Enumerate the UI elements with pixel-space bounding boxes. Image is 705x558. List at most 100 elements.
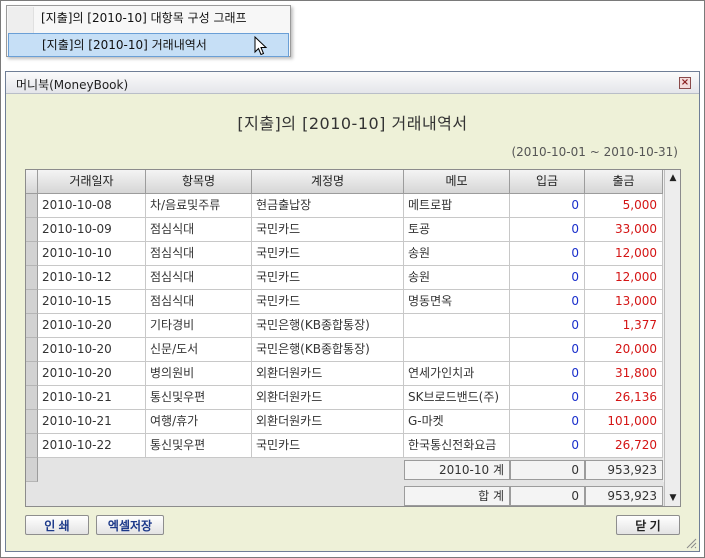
- cell-withdrawal[interactable]: 26,720: [585, 434, 663, 458]
- cell-date[interactable]: 2010-10-22: [38, 434, 146, 458]
- cell-account[interactable]: 국민은행(KB종합통장): [252, 338, 404, 362]
- window-close-icon[interactable]: ×: [679, 77, 691, 89]
- total-label: 합 계: [404, 486, 510, 506]
- cell-withdrawal[interactable]: 26,136: [585, 386, 663, 410]
- cell-deposit[interactable]: 0: [510, 362, 585, 386]
- cell-account[interactable]: 국민카드: [252, 290, 404, 314]
- excel-save-button[interactable]: 엑셀저장: [96, 515, 164, 535]
- cell-account[interactable]: 국민은행(KB종합통장): [252, 314, 404, 338]
- cell-item[interactable]: 통신및우편: [146, 386, 252, 410]
- cell-deposit[interactable]: 0: [510, 338, 585, 362]
- cell-deposit[interactable]: 0: [510, 266, 585, 290]
- cell-deposit[interactable]: 0: [510, 194, 585, 218]
- col-header-account[interactable]: 계정명: [252, 170, 404, 194]
- cell-account[interactable]: 국민카드: [252, 242, 404, 266]
- cell-item[interactable]: 병의원비: [146, 362, 252, 386]
- cell-date[interactable]: 2010-10-20: [38, 338, 146, 362]
- cell-account[interactable]: 국민카드: [252, 218, 404, 242]
- cell-date[interactable]: 2010-10-08: [38, 194, 146, 218]
- cell-memo[interactable]: 메트로팝: [404, 194, 510, 218]
- cell-withdrawal[interactable]: 12,000: [585, 242, 663, 266]
- cell-account[interactable]: 국민카드: [252, 266, 404, 290]
- scroll-up-icon[interactable]: ▲: [666, 171, 680, 185]
- col-header-item[interactable]: 항목명: [146, 170, 252, 194]
- cell-withdrawal[interactable]: 33,000: [585, 218, 663, 242]
- cell-memo[interactable]: 한국통신전화요금: [404, 434, 510, 458]
- row-header[interactable]: [26, 386, 38, 410]
- cell-deposit[interactable]: 0: [510, 410, 585, 434]
- cell-item[interactable]: 신문/도서: [146, 338, 252, 362]
- row-header[interactable]: [26, 338, 38, 362]
- cell-item[interactable]: 점심식대: [146, 218, 252, 242]
- moneybook-window: 머니북(MoneyBook) × [지출]의 [2010-10] 거래내역서 (…: [5, 71, 700, 552]
- cell-withdrawal[interactable]: 13,000: [585, 290, 663, 314]
- cell-date[interactable]: 2010-10-20: [38, 314, 146, 338]
- cell-memo[interactable]: 명동면옥: [404, 290, 510, 314]
- cell-deposit[interactable]: 0: [510, 242, 585, 266]
- row-header[interactable]: [26, 194, 38, 218]
- cell-account[interactable]: 외환더원카드: [252, 410, 404, 434]
- cell-item[interactable]: 점심식대: [146, 242, 252, 266]
- transaction-grid: 거래일자 항목명 계정명 메모 입금 출금 ▲ ▼ 2010-10-08 차/음료…: [25, 169, 681, 507]
- total-withdrawal: 953,923: [585, 486, 663, 506]
- cell-withdrawal[interactable]: 1,377: [585, 314, 663, 338]
- cell-memo[interactable]: 송원: [404, 242, 510, 266]
- cell-account[interactable]: 외환더원카드: [252, 386, 404, 410]
- row-header[interactable]: [26, 218, 38, 242]
- cell-date[interactable]: 2010-10-21: [38, 410, 146, 434]
- col-header-memo[interactable]: 메모: [404, 170, 510, 194]
- cell-item[interactable]: 차/음료및주류: [146, 194, 252, 218]
- col-header-date[interactable]: 거래일자: [38, 170, 146, 194]
- cell-memo[interactable]: 송원: [404, 266, 510, 290]
- menu-item-transaction-report[interactable]: [지출]의 [2010-10] 거래내역서: [8, 33, 289, 57]
- close-button[interactable]: 닫 기: [616, 515, 680, 535]
- cell-memo[interactable]: 연세가인치과: [404, 362, 510, 386]
- row-header[interactable]: [26, 362, 38, 386]
- print-button[interactable]: 인 쇄: [25, 515, 89, 535]
- resize-grip-icon[interactable]: [685, 537, 697, 549]
- cell-deposit[interactable]: 0: [510, 314, 585, 338]
- row-header[interactable]: [26, 242, 38, 266]
- cell-date[interactable]: 2010-10-15: [38, 290, 146, 314]
- window-title: 머니북(MoneyBook): [16, 78, 129, 92]
- cell-date[interactable]: 2010-10-20: [38, 362, 146, 386]
- col-header-deposit[interactable]: 입금: [510, 170, 585, 194]
- col-header-withdrawal[interactable]: 출금: [585, 170, 663, 194]
- row-header[interactable]: [26, 410, 38, 434]
- cell-deposit[interactable]: 0: [510, 290, 585, 314]
- cell-deposit[interactable]: 0: [510, 218, 585, 242]
- cell-item[interactable]: 기타경비: [146, 314, 252, 338]
- cell-deposit[interactable]: 0: [510, 386, 585, 410]
- cell-account[interactable]: 현금출납장: [252, 194, 404, 218]
- cell-date[interactable]: 2010-10-10: [38, 242, 146, 266]
- cell-date[interactable]: 2010-10-21: [38, 386, 146, 410]
- row-header[interactable]: [26, 266, 38, 290]
- cell-withdrawal[interactable]: 5,000: [585, 194, 663, 218]
- scroll-down-icon[interactable]: ▼: [666, 491, 680, 505]
- cell-withdrawal[interactable]: 101,000: [585, 410, 663, 434]
- cell-item[interactable]: 여행/휴가: [146, 410, 252, 434]
- cell-withdrawal[interactable]: 31,800: [585, 362, 663, 386]
- cell-memo[interactable]: [404, 338, 510, 362]
- cell-memo[interactable]: [404, 314, 510, 338]
- row-header: [26, 458, 38, 482]
- subtotal-deposit: 0: [510, 460, 585, 480]
- menu-item-category-graph[interactable]: [지출]의 [2010-10] 대항목 구성 그래프: [8, 7, 289, 31]
- cell-deposit[interactable]: 0: [510, 434, 585, 458]
- row-header[interactable]: [26, 314, 38, 338]
- cell-item[interactable]: 점심식대: [146, 290, 252, 314]
- cell-account[interactable]: 외환더원카드: [252, 362, 404, 386]
- cell-withdrawal[interactable]: 12,000: [585, 266, 663, 290]
- cell-item[interactable]: 통신및우편: [146, 434, 252, 458]
- cell-memo[interactable]: 토굥: [404, 218, 510, 242]
- cell-date[interactable]: 2010-10-12: [38, 266, 146, 290]
- row-header[interactable]: [26, 290, 38, 314]
- cell-memo[interactable]: SK브로드밴드(주): [404, 386, 510, 410]
- cell-item[interactable]: 점심식대: [146, 266, 252, 290]
- row-header[interactable]: [26, 434, 38, 458]
- cell-account[interactable]: 국민카드: [252, 434, 404, 458]
- cell-withdrawal[interactable]: 20,000: [585, 338, 663, 362]
- cell-date[interactable]: 2010-10-09: [38, 218, 146, 242]
- vertical-scrollbar[interactable]: ▲ ▼: [664, 170, 680, 506]
- cell-memo[interactable]: G-마켓: [404, 410, 510, 434]
